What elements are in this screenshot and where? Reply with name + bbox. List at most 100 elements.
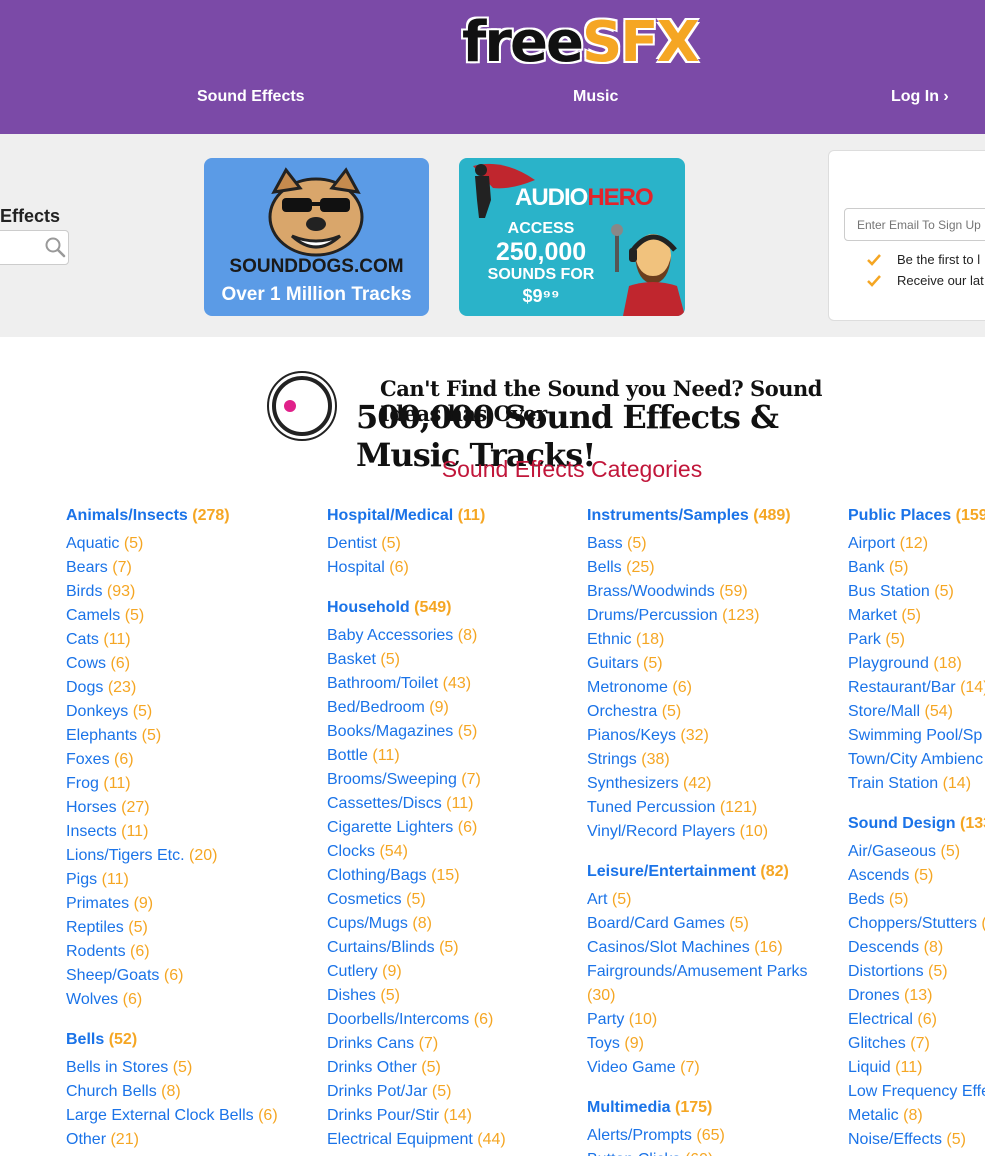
subcategory-link[interactable]: Brass/Woodwinds (59): [587, 580, 817, 604]
subcategory-link[interactable]: Bears (7): [66, 556, 278, 580]
subcategory-link[interactable]: Basket (5): [327, 648, 506, 672]
freesfx-logo[interactable]: freeSFX: [462, 8, 700, 78]
subcategory-link[interactable]: Metalic (8): [848, 1104, 985, 1128]
category-heading-link[interactable]: Instruments/Samples (489): [587, 504, 817, 528]
subcategory-link[interactable]: Park (5): [848, 628, 985, 652]
subcategory-link[interactable]: Aquatic (5): [66, 532, 278, 556]
subcategory-link[interactable]: Hospital (6): [327, 556, 506, 580]
subcategory-link[interactable]: Clothing/Bags (15): [327, 864, 506, 888]
subcategory-link[interactable]: Bathroom/Toilet (43): [327, 672, 506, 696]
subcategory-link[interactable]: Cats (11): [66, 628, 278, 652]
subcategory-link[interactable]: Button Clicks (60): [587, 1148, 817, 1156]
subcategory-link[interactable]: Insects (11): [66, 820, 278, 844]
subcategory-link[interactable]: Store/Mall (54): [848, 700, 985, 724]
subcategory-link[interactable]: Playground (18): [848, 652, 985, 676]
subcategory-link[interactable]: Birds (93): [66, 580, 278, 604]
subcategory-link[interactable]: Bottle (11): [327, 744, 506, 768]
subcategory-link[interactable]: Glitches (7): [848, 1032, 985, 1056]
subcategory-link[interactable]: Ethnic (18): [587, 628, 817, 652]
subcategory-link[interactable]: Church Bells (8): [66, 1080, 278, 1104]
subcategory-link[interactable]: Wolves (6): [66, 988, 278, 1012]
subcategory-link[interactable]: Board/Card Games (5): [587, 912, 817, 936]
subcategory-link[interactable]: Foxes (6): [66, 748, 278, 772]
subcategory-link[interactable]: Drinks Pour/Stir (14): [327, 1104, 506, 1128]
subcategory-link[interactable]: Electrical Equipment (44): [327, 1128, 506, 1152]
category-heading-link[interactable]: Leisure/Entertainment (82): [587, 860, 817, 884]
subcategory-link[interactable]: Ascends (5): [848, 864, 985, 888]
subcategory-link[interactable]: Pianos/Keys (32): [587, 724, 817, 748]
subcategory-link[interactable]: Donkeys (5): [66, 700, 278, 724]
subcategory-link[interactable]: Beds (5): [848, 888, 985, 912]
subcategory-link[interactable]: Strings (38): [587, 748, 817, 772]
subcategory-link[interactable]: Metronome (6): [587, 676, 817, 700]
subcategory-link[interactable]: Choppers/Stutters (: [848, 912, 985, 936]
subcategory-link[interactable]: Bells (25): [587, 556, 817, 580]
subcategory-link[interactable]: Liquid (11): [848, 1056, 985, 1080]
subcategory-link[interactable]: Bank (5): [848, 556, 985, 580]
subcategory-link[interactable]: Cosmetics (5): [327, 888, 506, 912]
subcategory-link[interactable]: Bells in Stores (5): [66, 1056, 278, 1080]
subcategory-link[interactable]: Lions/Tigers Etc. (20): [66, 844, 278, 868]
subcategory-link[interactable]: Party (10): [587, 1008, 817, 1032]
subcategory-link[interactable]: Frog (11): [66, 772, 278, 796]
subcategory-link[interactable]: Clocks (54): [327, 840, 506, 864]
subcategory-link[interactable]: Primates (9): [66, 892, 278, 916]
subcategory-link[interactable]: Restaurant/Bar (14): [848, 676, 985, 700]
subcategory-link[interactable]: Tuned Percussion (121): [587, 796, 817, 820]
sounddogs-ad[interactable]: SOUNDDOGS.COM Over 1 Million Tracks: [204, 158, 429, 316]
category-heading-link[interactable]: Hospital/Medical (11): [327, 504, 506, 528]
subcategory-link[interactable]: Bass (5): [587, 532, 817, 556]
subcategory-link[interactable]: Alerts/Prompts (65): [587, 1124, 817, 1148]
category-heading-link[interactable]: Sound Design (133: [848, 812, 985, 836]
category-heading-link[interactable]: Animals/Insects (278): [66, 504, 278, 528]
category-heading-link[interactable]: Household (549): [327, 596, 506, 620]
subcategory-link[interactable]: Fairgrounds/Amusement Parks (30): [587, 960, 817, 1008]
subcategory-link[interactable]: Large External Clock Bells (6): [66, 1104, 278, 1128]
category-heading-link[interactable]: Public Places (159: [848, 504, 985, 528]
subcategory-link[interactable]: Airport (12): [848, 532, 985, 556]
subcategory-link[interactable]: Cups/Mugs (8): [327, 912, 506, 936]
subcategory-link[interactable]: Drums/Percussion (123): [587, 604, 817, 628]
subcategory-link[interactable]: Brooms/Sweeping (7): [327, 768, 506, 792]
subcategory-link[interactable]: Elephants (5): [66, 724, 278, 748]
subcategory-link[interactable]: Drinks Pot/Jar (5): [327, 1080, 506, 1104]
subcategory-link[interactable]: Air/Gaseous (5): [848, 840, 985, 864]
nav-login[interactable]: Log In ›: [891, 88, 949, 106]
subcategory-link[interactable]: Video Game (7): [587, 1056, 817, 1080]
subcategory-link[interactable]: Drinks Cans (7): [327, 1032, 506, 1056]
subcategory-link[interactable]: Doorbells/Intercoms (6): [327, 1008, 506, 1032]
subcategory-link[interactable]: Rodents (6): [66, 940, 278, 964]
subcategory-link[interactable]: Cassettes/Discs (11): [327, 792, 506, 816]
subcategory-link[interactable]: Cows (6): [66, 652, 278, 676]
subcategory-link[interactable]: Orchestra (5): [587, 700, 817, 724]
subcategory-link[interactable]: Low Frequency Effe: [848, 1080, 985, 1104]
search-icon[interactable]: [44, 236, 66, 258]
subcategory-link[interactable]: Camels (5): [66, 604, 278, 628]
subcategory-link[interactable]: Cigarette Lighters (6): [327, 816, 506, 840]
subcategory-link[interactable]: Curtains/Blinds (5): [327, 936, 506, 960]
audiohero-ad[interactable]: AUDIOHERO ACCESS 250,000 SOUNDS FOR $9⁹⁹: [459, 158, 685, 316]
subcategory-link[interactable]: Other (21): [66, 1128, 278, 1152]
subcategory-link[interactable]: Synthesizers (42): [587, 772, 817, 796]
subcategory-link[interactable]: Cutlery (9): [327, 960, 506, 984]
subcategory-link[interactable]: Toys (9): [587, 1032, 817, 1056]
nav-music[interactable]: Music: [573, 88, 618, 106]
subcategory-link[interactable]: Bed/Bedroom (9): [327, 696, 506, 720]
subcategory-link[interactable]: Bus Station (5): [848, 580, 985, 604]
subcategory-link[interactable]: Sheep/Goats (6): [66, 964, 278, 988]
subcategory-link[interactable]: Market (5): [848, 604, 985, 628]
subcategory-link[interactable]: Pigs (11): [66, 868, 278, 892]
nav-sound-effects[interactable]: Sound Effects: [197, 88, 305, 106]
subcategory-link[interactable]: Vinyl/Record Players (10): [587, 820, 817, 844]
subcategory-link[interactable]: Dishes (5): [327, 984, 506, 1008]
subcategory-link[interactable]: Dogs (23): [66, 676, 278, 700]
subcategory-link[interactable]: Drones (13): [848, 984, 985, 1008]
subcategory-link[interactable]: Swimming Pool/Sp: [848, 724, 985, 748]
sound-ideas-banner[interactable]: Can't Find the Sound you Need? Sound Ide…: [266, 368, 886, 474]
subcategory-link[interactable]: Guitars (5): [587, 652, 817, 676]
subcategory-link[interactable]: Baby Accessories (8): [327, 624, 506, 648]
subcategory-link[interactable]: Distortions (5): [848, 960, 985, 984]
category-heading-link[interactable]: Multimedia (175): [587, 1096, 817, 1120]
subcategory-link[interactable]: Books/Magazines (5): [327, 720, 506, 744]
subcategory-link[interactable]: Town/City Ambienc: [848, 748, 985, 772]
